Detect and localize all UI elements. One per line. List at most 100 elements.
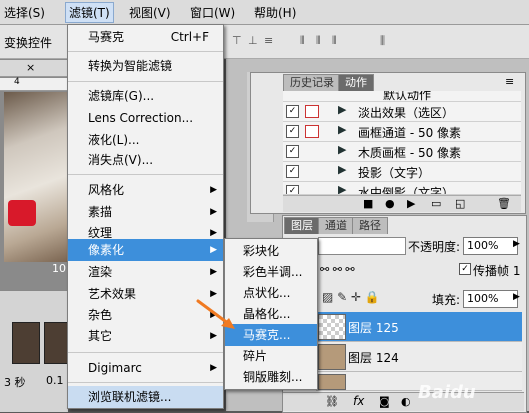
record-icon[interactable]: ●: [385, 197, 395, 210]
layer-thumbnail: [318, 314, 346, 340]
distribute-left-icon[interactable]: ⫴: [300, 35, 313, 47]
document-tab[interactable]: ×: [0, 60, 68, 77]
menu-separator: [68, 81, 223, 82]
action-row[interactable]: ✓ ▶ 投影（文字）: [283, 162, 521, 182]
actions-toolbar: ■ ● ▶ ▭ ◱ 🗑: [283, 195, 521, 212]
fill-input[interactable]: 100%: [463, 290, 518, 308]
menu-item-liquify[interactable]: 液化(L)...: [68, 129, 223, 151]
dialog-toggle-icon[interactable]: [305, 125, 319, 138]
checkbox-icon[interactable]: ✓: [286, 105, 299, 118]
frame-delay[interactable]: 0.1: [46, 374, 64, 387]
mask-icon[interactable]: ◙: [379, 395, 390, 408]
tab-history[interactable]: 历史记录: [283, 74, 341, 91]
menu-select[interactable]: 选择(S): [4, 4, 45, 21]
menu-item-last-filter[interactable]: 马赛克 Ctrl+F: [68, 26, 223, 48]
align-middle-icon[interactable]: ⊥: [248, 35, 261, 47]
submenu-item-facet[interactable]: 彩块化: [225, 240, 317, 262]
submenu-arrow-icon: ▶: [210, 245, 217, 255]
menu-item-digimarc[interactable]: Digimarc ▶: [68, 357, 223, 379]
menu-window[interactable]: 窗口(W): [190, 4, 235, 21]
blend-mode-select[interactable]: [318, 237, 406, 255]
animation-frame[interactable]: [12, 322, 40, 364]
action-set-row[interactable]: 默认动作: [283, 91, 521, 102]
menu-item-sketch[interactable]: 素描 ▶: [68, 201, 223, 223]
frame-delay[interactable]: 3 秒: [4, 374, 26, 390]
menu-item-smart-filter[interactable]: 转换为智能滤镜: [68, 55, 223, 77]
action-row[interactable]: ✓ ▶ 淡出效果（选区）: [283, 102, 521, 122]
checkbox-icon[interactable]: ✓: [286, 145, 299, 158]
ruler-tick: 4: [14, 77, 20, 87]
annotation-arrow-icon: [196, 299, 235, 329]
menu-item-browse-online[interactable]: 浏览联机滤镜...: [68, 386, 223, 408]
action-row[interactable]: ✓ ▶ 画框通道 - 50 像素: [283, 122, 521, 142]
chevron-right-icon[interactable]: ▶: [513, 239, 520, 249]
new-set-icon[interactable]: ▭: [431, 197, 441, 210]
play-icon[interactable]: ▶: [407, 197, 415, 210]
submenu-item-mezzotint[interactable]: 铜版雕刻...: [225, 366, 317, 388]
submenu-arrow-icon: ▶: [210, 207, 217, 217]
new-action-icon[interactable]: ◱: [455, 197, 465, 210]
lock-icons[interactable]: ▨ ✎ ✛ 🔒: [322, 290, 380, 304]
menu-help[interactable]: 帮助(H): [254, 4, 296, 21]
align-bottom-icon[interactable]: ≡: [264, 35, 277, 47]
layer-name[interactable]: 图层 125: [348, 319, 399, 336]
tab-layers[interactable]: 图层: [284, 217, 320, 234]
tab-channels[interactable]: 通道: [318, 217, 354, 234]
action-label: 木质画框 - 50 像素: [358, 146, 462, 160]
align-top-icon[interactable]: ⊤: [232, 35, 245, 47]
layer-row[interactable]: 图层 124: [316, 342, 522, 372]
expand-icon[interactable]: ▶: [338, 163, 346, 176]
expand-icon[interactable]: ▶: [338, 183, 346, 194]
layer-thumbnail: [318, 344, 346, 370]
action-set-label: 默认动作: [383, 91, 432, 102]
submenu-arrow-icon: ▶: [210, 185, 217, 195]
action-label: 水中倒影（文字）: [358, 186, 455, 195]
distribute-center-icon[interactable]: ⫴: [316, 35, 329, 47]
layer-thumbnail: [318, 374, 346, 390]
auto-align-icon[interactable]: ⫼: [380, 35, 393, 47]
opacity-input[interactable]: 100%: [463, 237, 518, 255]
menu-item-vanishing-point[interactable]: 消失点(V)...: [68, 149, 223, 171]
chevron-right-icon[interactable]: ▶: [513, 292, 520, 302]
distribute-right-icon[interactable]: ⫴: [332, 35, 345, 47]
tab-actions[interactable]: 动作: [338, 74, 374, 91]
close-icon[interactable]: ×: [26, 61, 35, 74]
menu-separator: [68, 174, 223, 175]
menu-separator: [68, 352, 223, 353]
checkbox-icon[interactable]: ✓: [286, 185, 299, 194]
checkbox-icon[interactable]: ✓: [286, 165, 299, 178]
action-row[interactable]: ✓ ▶ 水中倒影（文字）: [283, 182, 521, 195]
menu-item-render[interactable]: 渲染 ▶: [68, 261, 223, 283]
menu-filter[interactable]: 滤镜(T): [65, 2, 114, 23]
menu-view[interactable]: 视图(V): [129, 4, 171, 21]
menu-item-pixelate[interactable]: 像素化 ▶: [68, 239, 223, 261]
submenu-item-color-halftone[interactable]: 彩色半调...: [225, 261, 317, 283]
fx-icon[interactable]: fx: [353, 394, 364, 408]
menu-item-lens-correction[interactable]: Lens Correction...: [68, 107, 223, 129]
expand-icon[interactable]: ▶: [338, 103, 346, 116]
panel-menu-icon[interactable]: ≡: [505, 75, 514, 88]
opacity-label: 不透明度:: [408, 240, 461, 254]
menubar: 选择(S) 滤镜(T) 视图(V) 窗口(W) 帮助(H): [0, 0, 529, 25]
expand-icon[interactable]: ▶: [338, 123, 346, 136]
layer-row-selected[interactable]: 图层 125: [316, 312, 522, 342]
menu-item-stylize[interactable]: 风格化 ▶: [68, 179, 223, 201]
propagate-label: 传播帧 1: [473, 264, 521, 278]
dialog-toggle-icon[interactable]: [305, 105, 319, 118]
link-icon[interactable]: ⛓: [325, 395, 339, 408]
document-canvas[interactable]: [4, 92, 68, 262]
trash-icon[interactable]: 🗑: [497, 197, 511, 210]
tab-paths[interactable]: 路径: [352, 217, 388, 234]
adjustment-icon[interactable]: ◐: [401, 395, 411, 408]
expand-icon[interactable]: ▶: [338, 143, 346, 156]
zoom-level[interactable]: 10: [52, 262, 66, 275]
action-row[interactable]: ✓ ▶ 木质画框 - 50 像素: [283, 142, 521, 162]
menu-item-filter-gallery[interactable]: 滤镜库(G)...: [68, 85, 223, 107]
submenu-item-fragment[interactable]: 碎片: [225, 345, 317, 367]
stop-icon[interactable]: ■: [363, 197, 373, 210]
layer-name[interactable]: 图层 124: [348, 349, 399, 366]
fill-label: 填充:: [432, 293, 461, 307]
propagate-checkbox[interactable]: ✓: [459, 263, 471, 275]
checkbox-icon[interactable]: ✓: [286, 125, 299, 138]
unify-icons[interactable]: ⚯ ⚯ ⚯: [320, 263, 355, 276]
